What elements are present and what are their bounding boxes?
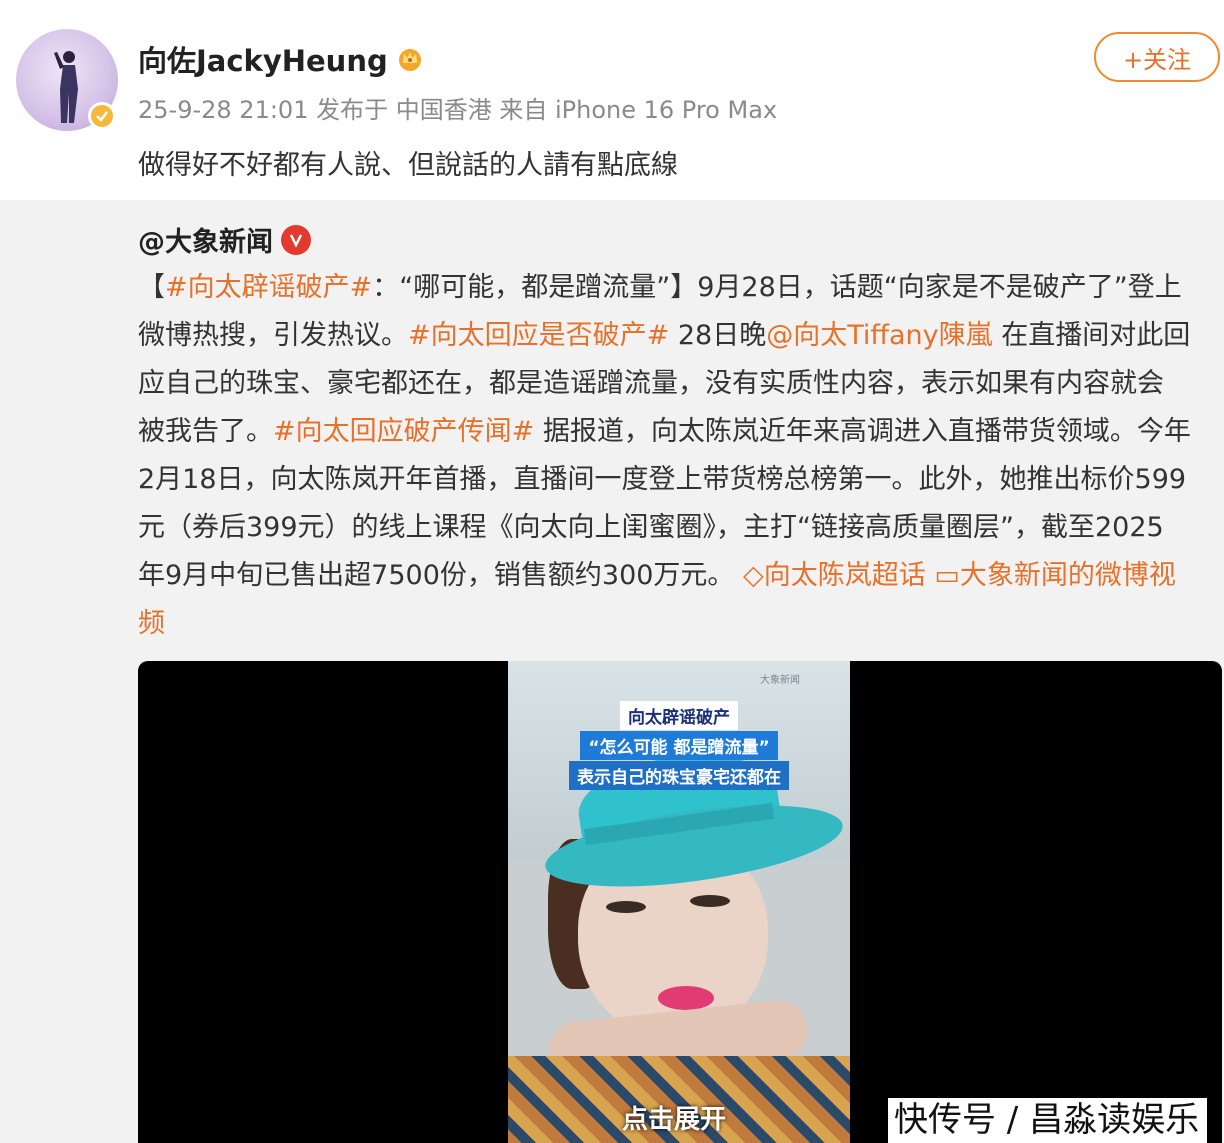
repost-line: 微博热搜，引发热议。#向太回应是否破产# 28日晚@向太Tiffany陳嵐 在直… [138, 313, 1190, 352]
avatar-figure [54, 51, 78, 123]
repost-line: 被我告了。#向太回应破产传闻# 据报道，向太陈岚近年来高调进入直播带货领域。今年 [138, 409, 1191, 448]
repost-line: 元（券后399元）的线上课程《向太向上闺蜜圈》，主打“链接高质量圈层”，截至20… [138, 505, 1164, 544]
video-player[interactable]: 大象新闻 向太辟谣破产 “怎么可能 都是蹭流量” 表示自己的珠宝豪宅还都在 点击… [138, 661, 1222, 1143]
repost-text-segment: 应自己的珠宝、豪宅都还在，都是造谣蹭流量，没有实质性内容，表示如果有内容就会 [138, 368, 1164, 399]
repost-author-name[interactable]: @大象新闻 [138, 220, 273, 259]
repost-line: 年9月中旬已售出超7500份，销售额约300万元。 ◇向太陈岚超话 ▭大象新闻的… [138, 553, 1176, 592]
watermark: 快传号 / 昌淼读娱乐 [888, 1098, 1208, 1143]
follow-button[interactable]: +关注 [1094, 32, 1220, 82]
repost-text-segment: 元（券后399元）的线上课程《向太向上闺蜜圈》，主打“链接高质量圈层”，截至20… [138, 512, 1164, 543]
repost-text-segment: 【 [138, 272, 165, 303]
repost-text-segment: 据报道，向太陈岚近年来高调进入直播带货领域。今年 [534, 416, 1191, 447]
repost-author[interactable]: @大象新闻 [138, 220, 311, 259]
username[interactable]: 向佐JackyHeung [138, 38, 424, 80]
video-logo: 大象新闻 [760, 675, 800, 686]
repost-line: 频 [138, 601, 165, 640]
username-text[interactable]: 向佐JackyHeung [138, 38, 388, 80]
red-v-icon [281, 224, 311, 255]
video-caption-quote: “怎么可能 都是蹭流量” [508, 731, 850, 760]
repost-link[interactable]: #向太辟谣破产# [165, 272, 372, 303]
video-eye-right [690, 895, 730, 907]
repost-text-segment: 年9月中旬已售出超7500份，销售额约300万元。 [138, 560, 735, 591]
repost-text-segment: 被我告了。 [138, 416, 273, 447]
repost-link[interactable]: @向太Tiffany陳嵐 [766, 320, 992, 351]
repost-text-segment: 微博热搜，引发热议。 [138, 320, 408, 351]
repost-link[interactable]: 频 [138, 608, 165, 639]
repost-line: 【#向太辟谣破产#：“哪可能，都是蹭流量”】9月28日，话题“向家是不是破产了”… [138, 265, 1182, 304]
post-meta: 25-9-28 21:01 发布于 中国香港 来自 iPhone 16 Pro … [138, 96, 778, 124]
repost-text-segment: 2月18日，向太陈岚开年首播，直播间一度登上带货榜总榜第一。此外，她推出标价59… [138, 464, 1187, 495]
repost-text-segment: 28日晚 [669, 320, 767, 351]
crown-icon [398, 49, 421, 71]
video-lips [658, 986, 714, 1010]
video-caption-sub: 表示自己的珠宝豪宅还都在 [508, 761, 850, 790]
expand-button[interactable]: 点击展开 [622, 1099, 726, 1136]
repost-link[interactable]: #向太回应破产传闻# [273, 416, 534, 447]
repost-text-segment: 在直播间对此回 [992, 320, 1191, 351]
verified-icon [88, 102, 116, 130]
repost-line: 应自己的珠宝、豪宅都还在，都是造谣蹭流量，没有实质性内容，表示如果有内容就会 [138, 361, 1164, 400]
repost-link[interactable]: ▭大象新闻的微博视 [926, 560, 1176, 591]
video-caption-title: 向太辟谣破产 [508, 701, 850, 730]
post-text: 做得好不好都有人說、但說話的人請有點底線 [138, 150, 678, 181]
repost-line: 2月18日，向太陈岚开年首播，直播间一度登上带货榜总榜第一。此外，她推出标价59… [138, 457, 1186, 496]
repost-text-segment: ：“哪可能，都是蹭流量”】9月28日，话题“向家是不是破产了”登上 [372, 272, 1182, 303]
repost-link[interactable]: #向太回应是否破产# [408, 320, 669, 351]
repost-link[interactable]: ◇向太陈岚超话 [734, 560, 926, 591]
video-eye-left [606, 901, 646, 913]
video-frame[interactable]: 大象新闻 向太辟谣破产 “怎么可能 都是蹭流量” 表示自己的珠宝豪宅还都在 点击… [508, 661, 850, 1143]
